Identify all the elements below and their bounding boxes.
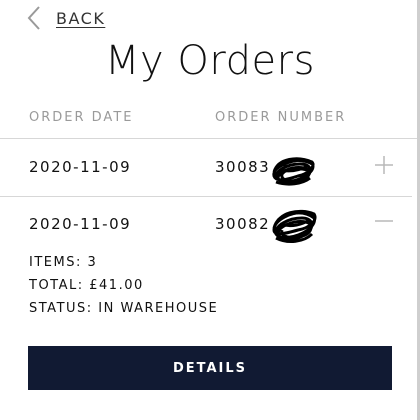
order-number: 30083 <box>215 158 271 176</box>
order-number: 30082 <box>215 215 271 233</box>
page-title: My Orders <box>105 38 315 84</box>
order-items-count: ITEMS: 3 <box>29 255 98 270</box>
order-date: 2020-11-09 <box>29 215 132 233</box>
redaction-scribble <box>272 209 317 243</box>
plus-icon[interactable] <box>373 154 395 176</box>
back-label: BACK <box>56 8 106 28</box>
divider <box>0 196 412 197</box>
minus-icon[interactable] <box>373 210 395 232</box>
order-status: STATUS: IN WAREHOUSE <box>29 301 219 316</box>
chevron-left-icon <box>27 6 40 30</box>
back-link[interactable]: BACK <box>26 4 105 32</box>
details-button[interactable]: DETAILS <box>28 346 392 390</box>
column-header-order-date: ORDER DATE <box>29 110 134 125</box>
column-header-order-number: ORDER NUMBER <box>215 110 347 125</box>
divider <box>0 138 420 139</box>
redaction-scribble <box>272 157 315 186</box>
order-total: TOTAL: £41.00 <box>29 278 144 293</box>
order-date: 2020-11-09 <box>29 158 132 176</box>
